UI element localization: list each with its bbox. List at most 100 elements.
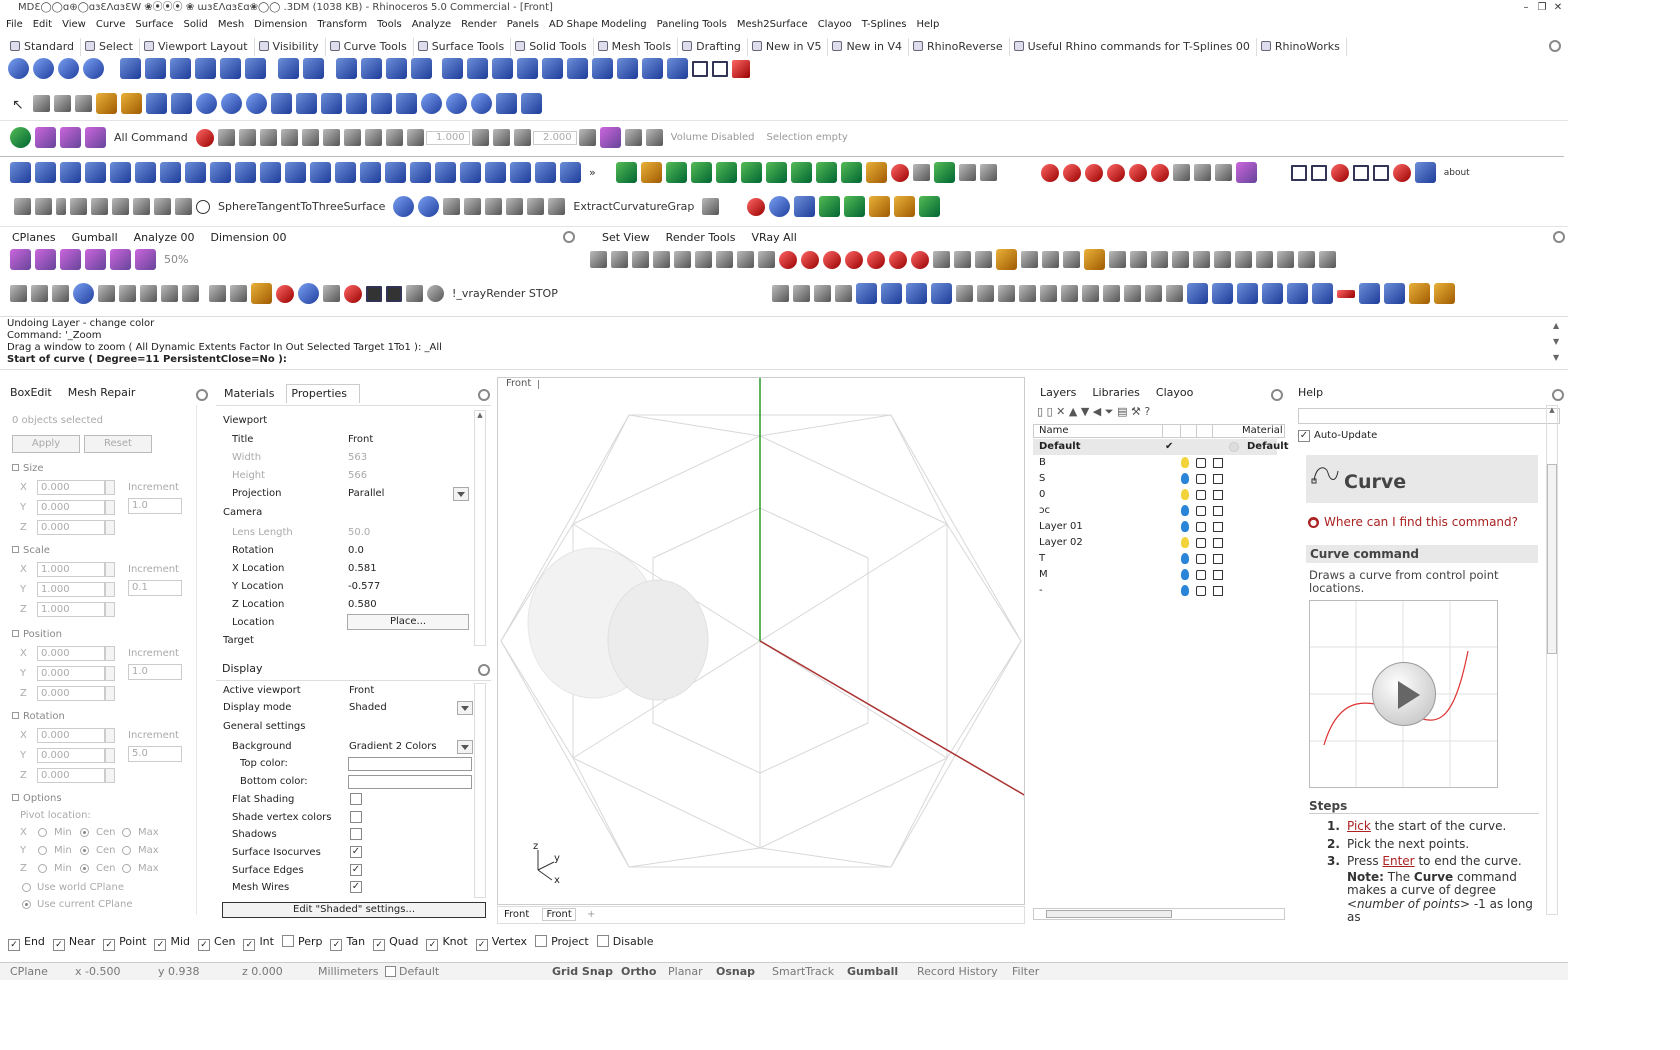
curve-m-icon[interactable] xyxy=(464,198,482,215)
texture-icon[interactable] xyxy=(60,127,81,148)
display-g-icon[interactable] xyxy=(140,285,157,302)
clayoo-d-icon[interactable] xyxy=(1106,163,1125,182)
tab-useful-commands[interactable]: Useful Rhino commands for T-Splines 00 xyxy=(1010,38,1257,56)
surface-h-icon[interactable] xyxy=(185,162,206,183)
layer-color-swatch[interactable] xyxy=(1213,506,1223,516)
clayoo-j-icon[interactable] xyxy=(1235,162,1257,183)
osnap-point[interactable]: ✓ Point xyxy=(103,932,146,952)
cone-icon[interactable] xyxy=(271,93,292,114)
zoom-b-icon[interactable] xyxy=(632,251,649,268)
tool-k-icon[interactable] xyxy=(471,129,489,146)
gumball-toggle[interactable]: Gumball xyxy=(847,963,898,981)
menu-ad-shape-modeling[interactable]: AD Shape Modeling xyxy=(549,16,647,34)
surface-s-icon[interactable] xyxy=(460,162,481,183)
solid-hole-icon[interactable] xyxy=(517,58,538,79)
array-hole-icon[interactable] xyxy=(642,58,663,79)
world-cplane-radio[interactable] xyxy=(22,883,31,892)
zoom-g-icon[interactable] xyxy=(737,251,754,268)
torus-icon[interactable] xyxy=(421,93,442,114)
mesh2s-t-icon[interactable] xyxy=(1187,283,1208,304)
extract-curvature-command[interactable]: ExtractCurvatureGrap xyxy=(573,200,694,213)
grid-snap-toggle[interactable]: Grid Snap xyxy=(552,963,613,981)
pivot-y-cen-radio[interactable] xyxy=(80,846,89,855)
lightbulb-icon[interactable] xyxy=(1181,457,1189,468)
grid-icon[interactable] xyxy=(692,60,708,77)
boolean-difference-icon[interactable] xyxy=(33,58,54,79)
scale-z-spin[interactable] xyxy=(105,602,115,617)
display-d-icon[interactable] xyxy=(73,283,94,304)
osnap-checkbox[interactable]: ✓ xyxy=(330,939,343,951)
scale-x-input[interactable]: 1.000 xyxy=(37,562,105,577)
clayoo-g-icon[interactable] xyxy=(1172,164,1190,181)
move-down-icon[interactable]: ▼ xyxy=(1081,405,1089,418)
clayoo-e-icon[interactable] xyxy=(1128,163,1147,182)
tab-solid-tools[interactable]: Solid Tools xyxy=(511,38,594,56)
layer-state-icon[interactable]: ▤ xyxy=(1117,405,1127,418)
size-y-spin[interactable] xyxy=(105,500,115,515)
lightbulb-icon[interactable] xyxy=(1181,521,1189,532)
paneling-e-icon[interactable] xyxy=(715,162,737,183)
command-scroll[interactable]: ▲ ▼ ▼ xyxy=(1553,318,1563,368)
boolean-intersection-icon[interactable] xyxy=(58,58,79,79)
shadows-checkbox[interactable] xyxy=(350,828,362,840)
move-parent-icon[interactable]: ◀ xyxy=(1093,405,1101,418)
cplane-a-icon[interactable] xyxy=(10,249,31,270)
layer-color-swatch[interactable] xyxy=(1213,554,1223,564)
pivot-x-min-radio[interactable] xyxy=(38,828,47,837)
vray-e-icon[interactable] xyxy=(298,283,319,304)
curve-o-icon[interactable] xyxy=(506,198,524,215)
camera-b-icon[interactable] xyxy=(954,251,971,268)
pivot-z-max-radio[interactable] xyxy=(122,864,131,873)
enter-link[interactable]: Enter xyxy=(1382,854,1414,868)
tsplines-b-icon[interactable] xyxy=(1310,164,1327,181)
tsplines-g-icon[interactable] xyxy=(1414,162,1436,183)
osnap-vertex[interactable]: ✓ Vertex xyxy=(475,932,527,952)
solid-shell-icon[interactable] xyxy=(170,58,191,79)
vray-g-icon[interactable] xyxy=(344,284,362,303)
menu-panels[interactable]: Panels xyxy=(507,16,539,34)
cube-pink-icon[interactable] xyxy=(35,127,56,148)
clayoo-b-icon[interactable] xyxy=(1062,163,1081,182)
tab-render-tools[interactable]: Render Tools xyxy=(662,229,748,247)
solid-cap-icon[interactable] xyxy=(195,58,216,79)
tool-c-icon[interactable] xyxy=(259,129,277,146)
menu-edit[interactable]: Edit xyxy=(33,16,52,34)
tool-b-icon[interactable] xyxy=(238,129,256,146)
osnap-tan[interactable]: ✓ Tan xyxy=(330,932,365,952)
tsplines-f-icon[interactable] xyxy=(1392,163,1411,182)
pos-increment-input[interactable]: 1.0 xyxy=(128,664,182,680)
layer-color-swatch[interactable] xyxy=(1213,490,1223,500)
cylinder-icon[interactable] xyxy=(371,93,392,114)
mesh2s-y-icon[interactable] xyxy=(1312,283,1333,304)
rot-x-spin[interactable] xyxy=(105,728,115,743)
pick-link[interactable]: Pick xyxy=(1347,819,1371,833)
mesh2s-b-icon[interactable] xyxy=(793,285,810,302)
layer-row[interactable]: - xyxy=(1039,583,1279,599)
tab-cplanes[interactable]: CPlanes xyxy=(8,229,68,247)
size-x-input[interactable]: 0.000 xyxy=(37,480,105,495)
circle-icon[interactable] xyxy=(196,199,210,214)
paneling-c-icon[interactable] xyxy=(665,162,687,183)
paneling-k-icon[interactable] xyxy=(865,162,887,183)
size-x-spin[interactable] xyxy=(105,480,115,495)
apply-button[interactable]: Apply xyxy=(12,435,80,453)
pan-icon[interactable] xyxy=(590,251,607,268)
render-b-icon[interactable] xyxy=(769,196,791,217)
menu-curve[interactable]: Curve xyxy=(96,16,126,34)
car-c-icon[interactable] xyxy=(823,250,841,269)
pyramid-icon[interactable] xyxy=(296,93,317,114)
light-a-icon[interactable] xyxy=(1021,251,1038,268)
mesh2s-r-icon[interactable] xyxy=(1145,285,1162,302)
edit-shaded-settings-button[interactable]: Edit "Shaded" settings... xyxy=(222,902,486,918)
render-d-icon[interactable] xyxy=(819,196,841,217)
vray-i-icon[interactable] xyxy=(386,285,402,302)
layer-color-swatch[interactable] xyxy=(1213,538,1223,548)
layer-color-swatch[interactable] xyxy=(1213,474,1223,484)
box-icon[interactable] xyxy=(146,93,167,114)
unlock-icon[interactable] xyxy=(1196,586,1206,596)
new-sublayer-icon[interactable]: ▯ xyxy=(1047,405,1053,418)
display-c-icon[interactable] xyxy=(52,285,69,302)
bottom-color-swatch[interactable] xyxy=(348,775,472,789)
name-column-header[interactable]: Name xyxy=(1039,425,1069,437)
surface-isocurves-checkbox[interactable]: ✓ xyxy=(350,846,362,858)
